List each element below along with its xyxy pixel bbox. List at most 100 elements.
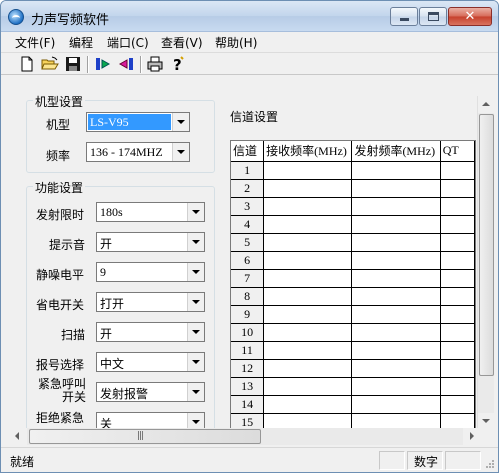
channel-number-cell[interactable]: 1: [231, 161, 265, 180]
chevron-down-icon[interactable]: [187, 353, 204, 371]
table-row[interactable]: 11: [231, 341, 475, 360]
table-row[interactable]: 4: [231, 215, 475, 234]
tx-freq-cell[interactable]: [351, 305, 441, 324]
channel-number-cell[interactable]: 8: [231, 287, 265, 306]
rx-freq-cell[interactable]: [263, 233, 353, 252]
qt-cell[interactable]: [440, 179, 475, 198]
channel-number-cell[interactable]: 15: [231, 413, 265, 428]
qt-cell[interactable]: [440, 359, 475, 378]
vertical-scrollbar[interactable]: [477, 96, 495, 428]
tx-freq-cell[interactable]: [351, 287, 441, 306]
rx-freq-cell[interactable]: [263, 395, 353, 414]
rx-freq-cell[interactable]: [263, 305, 353, 324]
menu-port[interactable]: 端口(C): [105, 34, 151, 51]
rx-freq-cell[interactable]: [263, 179, 353, 198]
chevron-down-icon[interactable]: [187, 383, 204, 401]
channel-number-cell[interactable]: 14: [231, 395, 265, 414]
channel-number-cell[interactable]: 13: [231, 377, 265, 396]
scroll-left-button[interactable]: [10, 428, 27, 445]
qt-cell[interactable]: [440, 395, 475, 414]
table-row[interactable]: 12: [231, 359, 475, 378]
qt-cell[interactable]: [440, 233, 475, 252]
column-header-channel[interactable]: 信道: [231, 141, 265, 162]
qt-cell[interactable]: [440, 197, 475, 216]
scan-select[interactable]: 开: [96, 322, 205, 342]
table-row[interactable]: 6: [231, 251, 475, 270]
chevron-down-icon[interactable]: [187, 323, 204, 341]
rx-freq-cell[interactable]: [263, 161, 353, 180]
table-row[interactable]: 9: [231, 305, 475, 324]
channel-number-cell[interactable]: 2: [231, 179, 265, 198]
menu-help[interactable]: 帮助(H): [213, 34, 259, 51]
chevron-down-icon[interactable]: [187, 263, 204, 281]
qt-cell[interactable]: [440, 251, 475, 270]
tx-freq-cell[interactable]: [351, 197, 441, 216]
maximize-button[interactable]: [419, 7, 447, 26]
chevron-down-icon[interactable]: [187, 233, 204, 251]
channel-number-cell[interactable]: 3: [231, 197, 265, 216]
table-row[interactable]: 7: [231, 269, 475, 288]
vertical-scroll-thumb[interactable]: [479, 114, 494, 376]
reject-emergency-select[interactable]: 关: [96, 412, 205, 428]
tx-freq-cell[interactable]: [351, 395, 441, 414]
save-icon[interactable]: [64, 55, 82, 73]
channel-number-cell[interactable]: 7: [231, 269, 265, 288]
table-row[interactable]: 14: [231, 395, 475, 414]
qt-cell[interactable]: [440, 305, 475, 324]
model-select[interactable]: LS-V95: [86, 112, 190, 132]
tx-freq-cell[interactable]: [351, 341, 441, 360]
beep-select[interactable]: 开: [96, 232, 205, 252]
table-row[interactable]: 10: [231, 323, 475, 342]
chevron-down-icon[interactable]: [187, 413, 204, 428]
scroll-right-button[interactable]: [463, 428, 480, 445]
open-folder-icon[interactable]: [41, 55, 59, 73]
chevron-down-icon[interactable]: [187, 293, 204, 311]
table-row[interactable]: 5: [231, 233, 475, 252]
column-header-tx-freq[interactable]: 发射频率(MHz): [351, 141, 441, 162]
channel-number-cell[interactable]: 11: [231, 341, 265, 360]
emergency-call-select[interactable]: 发射报警: [96, 382, 205, 402]
column-header-qt[interactable]: QT: [440, 141, 475, 162]
print-icon[interactable]: [146, 55, 164, 73]
column-header-rx-freq[interactable]: 接收频率(MHz): [263, 141, 353, 162]
voice-announce-select[interactable]: 中文: [96, 352, 205, 372]
channel-grid[interactable]: 信道 接收频率(MHz) 发射频率(MHz) QT 1 2 3 4 5 6 7 8 9 10 11 1…: [230, 140, 476, 428]
qt-cell[interactable]: [440, 269, 475, 288]
tx-freq-cell[interactable]: [351, 269, 441, 288]
channel-number-cell[interactable]: 4: [231, 215, 265, 234]
channel-number-cell[interactable]: 9: [231, 305, 265, 324]
new-file-icon[interactable]: [18, 55, 36, 73]
qt-cell[interactable]: [440, 377, 475, 396]
rx-freq-cell[interactable]: [263, 323, 353, 342]
chevron-down-icon[interactable]: [187, 203, 204, 221]
table-row[interactable]: 1: [231, 161, 475, 180]
chevron-down-icon[interactable]: [172, 113, 189, 131]
read-from-radio-icon[interactable]: [94, 55, 112, 73]
tx-freq-cell[interactable]: [351, 323, 441, 342]
tx-limit-select[interactable]: 180s: [96, 202, 205, 222]
qt-cell[interactable]: [440, 341, 475, 360]
qt-cell[interactable]: [440, 413, 475, 428]
qt-cell[interactable]: [440, 323, 475, 342]
horizontal-scrollbar[interactable]: |||: [10, 428, 480, 445]
rx-freq-cell[interactable]: [263, 359, 353, 378]
rx-freq-cell[interactable]: [263, 413, 353, 428]
menu-program[interactable]: 编程: [67, 34, 95, 51]
tx-freq-cell[interactable]: [351, 359, 441, 378]
title-bar[interactable]: 力声写频软件 ✕: [1, 1, 498, 32]
help-icon[interactable]: ?: [169, 55, 187, 74]
minimize-button[interactable]: [390, 7, 418, 26]
close-button[interactable]: ✕: [448, 7, 492, 26]
menu-file[interactable]: 文件(F): [13, 34, 57, 51]
qt-cell[interactable]: [440, 215, 475, 234]
rx-freq-cell[interactable]: [263, 197, 353, 216]
channel-number-cell[interactable]: 10: [231, 323, 265, 342]
tx-freq-cell[interactable]: [351, 413, 441, 428]
table-row[interactable]: 3: [231, 197, 475, 216]
power-save-select[interactable]: 打开: [96, 292, 205, 312]
channel-number-cell[interactable]: 5: [231, 233, 265, 252]
scroll-up-button[interactable]: [478, 96, 495, 113]
rx-freq-cell[interactable]: [263, 377, 353, 396]
qt-cell[interactable]: [440, 161, 475, 180]
resize-grip-icon[interactable]: [485, 458, 495, 468]
